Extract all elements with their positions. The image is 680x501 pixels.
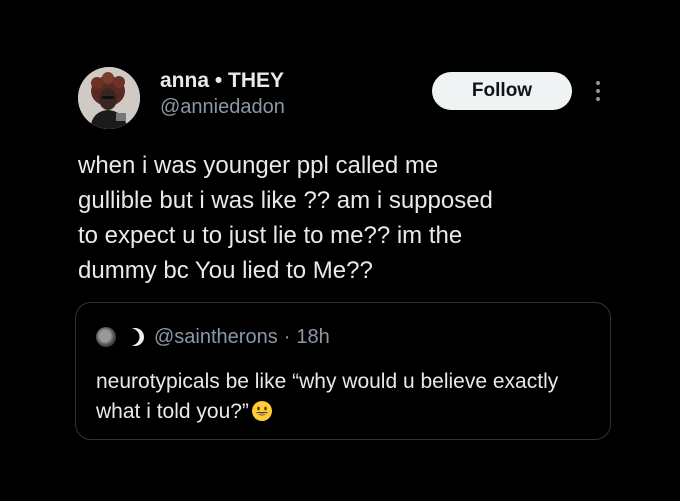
quoted-author-avatar[interactable] — [96, 327, 116, 347]
more-dot — [596, 81, 600, 85]
quoted-tweet-time[interactable]: 18h — [296, 326, 329, 349]
author-display-name[interactable]: anna • THEY — [160, 69, 284, 93]
quoted-tweet-header: @saintherons · 18h — [96, 325, 330, 349]
quoted-author-handle[interactable]: @saintherons — [154, 326, 278, 349]
profile-photo-icon — [78, 67, 140, 129]
more-dot — [596, 89, 600, 93]
quoted-tweet[interactable]: @saintherons · 18h neurotypicals be like… — [75, 302, 611, 440]
follow-button[interactable]: Follow — [432, 72, 572, 110]
tweet-text: when i was younger ppl called me gullibl… — [78, 152, 493, 284]
more-vertical-icon[interactable] — [588, 76, 608, 106]
quoted-tweet-text-content: neurotypicals be like “why would u belie… — [96, 370, 559, 423]
author-avatar[interactable] — [78, 67, 140, 129]
more-dot — [596, 97, 600, 101]
separator-dot: · — [283, 325, 291, 348]
grinning-face-icon — [251, 401, 272, 421]
crescent-moon-icon — [124, 328, 144, 346]
author-handle[interactable]: @anniedadon — [160, 96, 285, 119]
quoted-tweet-text: neurotypicals be like “why would u belie… — [96, 367, 596, 427]
tweet-card: anna • THEY @anniedadon Follow when i wa… — [0, 0, 680, 501]
